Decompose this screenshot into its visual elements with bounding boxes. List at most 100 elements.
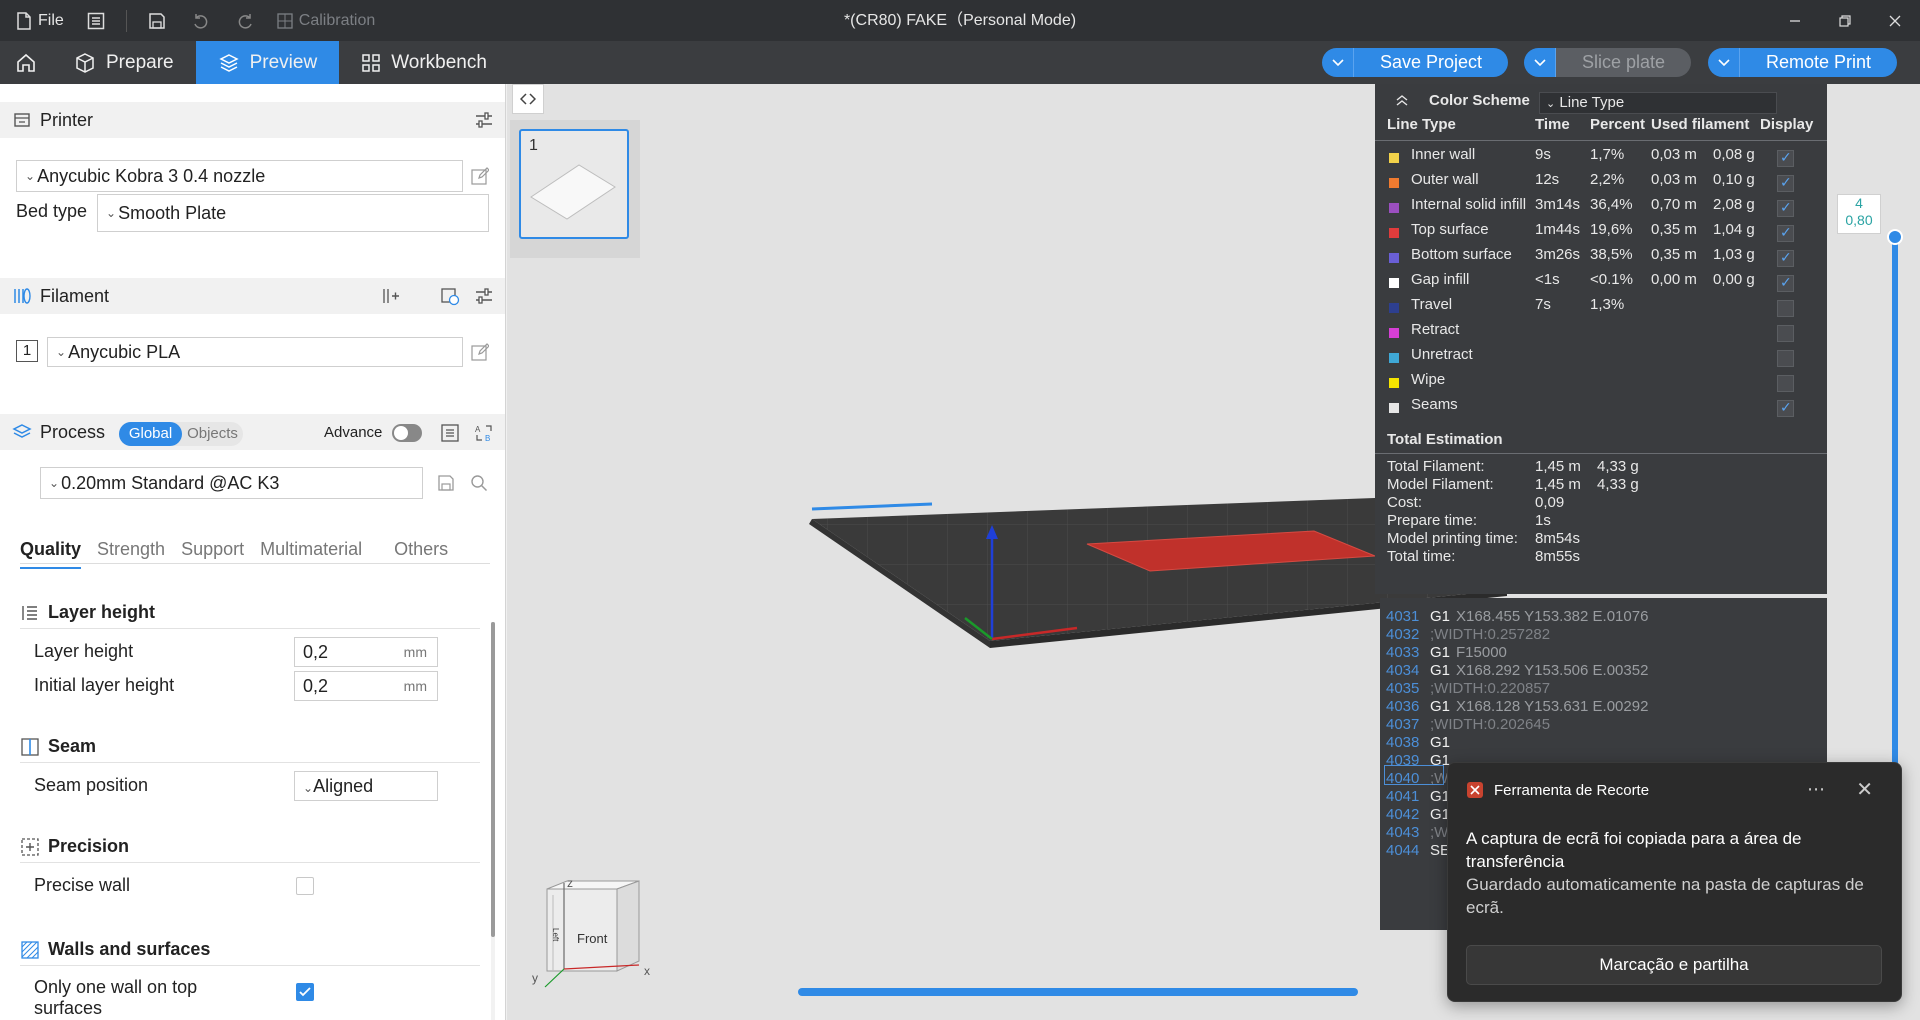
only-one-wall-label-line1: Only one wall on top <box>34 977 198 997</box>
close-window-button[interactable] <box>1870 0 1920 41</box>
gcode-command-name: G1 <box>1430 608 1451 625</box>
display-toggle-checkbox[interactable] <box>1777 274 1794 292</box>
legend-header-divider <box>1375 140 1827 141</box>
tab-support[interactable]: Support <box>181 539 244 569</box>
legend-time: 7s <box>1535 296 1551 313</box>
filament-icon <box>12 286 32 306</box>
edit-printer-icon[interactable] <box>469 165 491 187</box>
process-preset-select[interactable]: ⌄ 0.20mm Standard @AC K3 <box>40 467 423 499</box>
home-tab[interactable] <box>0 41 52 84</box>
printer-section-title: Printer <box>40 109 94 130</box>
layer-height-input[interactable]: 0,2 mm <box>294 637 438 667</box>
gcode-command: ;WIDTH:0.202645 <box>1430 716 1550 733</box>
total-value: 1,45 m <box>1535 476 1581 493</box>
layer-slider-top-handle[interactable] <box>1887 229 1903 245</box>
display-toggle-checkbox[interactable] <box>1777 249 1794 267</box>
filament-slot-number[interactable]: 1 <box>16 340 38 362</box>
precise-wall-checkbox[interactable] <box>296 877 314 895</box>
display-toggle-checkbox[interactable] <box>1777 300 1794 317</box>
display-toggle-checkbox[interactable] <box>1777 325 1794 342</box>
legend-filament-grams: 0,08 g <box>1713 146 1755 163</box>
remote-print-button[interactable]: Remote Print <box>1740 48 1898 77</box>
search-icon[interactable] <box>468 472 490 494</box>
markup-and-share-button[interactable]: Marcação e partilha <box>1466 945 1882 985</box>
save-project-dropdown[interactable] <box>1322 48 1354 77</box>
gcode-params: ;WIDTH:0.220857 <box>1430 680 1551 697</box>
filament-settings-icon[interactable] <box>473 285 495 307</box>
display-toggle-checkbox[interactable] <box>1777 149 1794 167</box>
printer-settings-icon[interactable] <box>473 109 495 131</box>
svg-text:A: A <box>475 425 481 434</box>
advance-switch[interactable] <box>392 424 422 442</box>
objects-toggle[interactable]: Objects <box>182 422 243 446</box>
filament-select[interactable]: ⌄ Anycubic PLA <box>47 337 463 367</box>
tab-strength[interactable]: Strength <box>97 539 165 569</box>
notification-message: A captura de ecrã foi copiada para a áre… <box>1466 829 1802 871</box>
seam-position-select[interactable]: ⌄Aligned <box>294 771 438 801</box>
close-icon[interactable]: ✕ <box>1856 777 1873 802</box>
legend-filament-meters: 0,03 m <box>1651 171 1697 188</box>
gcode-move-slider[interactable] <box>798 988 1358 996</box>
file-menu[interactable]: File <box>0 0 74 41</box>
tab-multimaterial[interactable]: Multimaterial <box>260 539 362 569</box>
filament-sync-icon[interactable] <box>439 285 461 307</box>
settings-scrollbar-thumb[interactable] <box>491 622 495 937</box>
toast-notification[interactable]: Ferramenta de Recorte ⋯ ✕ A captura de e… <box>1447 762 1902 1002</box>
global-toggle[interactable]: Global <box>119 422 182 446</box>
process-preset-value: 0.20mm Standard @AC K3 <box>61 473 280 493</box>
legend-row: Internal solid infill 3m14s 36,4% 0,70 m 2,0… <box>1375 196 1827 221</box>
calibration-menu[interactable]: Calibration <box>267 0 385 41</box>
home-icon <box>17 53 35 72</box>
tab-quality[interactable]: Quality <box>20 539 82 569</box>
legend-color-swatch <box>1389 153 1399 163</box>
save-preset-icon[interactable] <box>435 472 457 494</box>
maximize-button[interactable] <box>1820 0 1870 41</box>
process-swap-icon[interactable]: AB <box>473 422 495 444</box>
view-cube[interactable]: Front Left z y x <box>517 879 667 999</box>
legend-percent: 1,7% <box>1590 146 1625 163</box>
display-toggle-checkbox[interactable] <box>1777 174 1794 192</box>
axis-y-label: y <box>532 971 538 985</box>
slice-plate-dropdown[interactable] <box>1524 48 1556 77</box>
file-icon <box>17 11 31 30</box>
display-toggle-checkbox[interactable] <box>1777 224 1794 242</box>
menu-icon[interactable] <box>86 11 106 31</box>
save-icon[interactable] <box>147 11 167 31</box>
display-toggle-checkbox[interactable] <box>1777 199 1794 217</box>
remote-print-dropdown[interactable] <box>1708 48 1740 77</box>
gcode-params: X168.455 Y153.382 E.01076 <box>1456 608 1649 625</box>
undo-icon[interactable] <box>191 11 211 31</box>
edit-filament-icon[interactable] <box>469 341 491 363</box>
gcode-params: ;W <box>1430 824 1449 841</box>
bed-type-select[interactable]: ⌄ Smooth Plate <box>97 194 489 232</box>
tab-preview[interactable]: Preview <box>195 41 340 84</box>
svg-text:B: B <box>485 434 490 443</box>
redo-icon[interactable] <box>235 11 255 31</box>
seam-position-value: Aligned <box>313 776 374 796</box>
display-toggle-checkbox[interactable] <box>1777 350 1794 367</box>
gcode-line-number: 4042 <box>1386 806 1420 823</box>
more-options-icon[interactable]: ⋯ <box>1807 779 1825 800</box>
printer-select[interactable]: ⌄ Anycubic Kobra 3 0.4 nozzle <box>16 160 463 192</box>
notification-app-name: Ferramenta de Recorte <box>1494 781 1650 799</box>
layer-height-group-label: Layer height <box>48 602 156 622</box>
minimize-button[interactable] <box>1770 0 1820 41</box>
header-line-type: Line Type <box>1387 116 1456 133</box>
tab-workbench[interactable]: Workbench <box>339 41 509 84</box>
compare-presets-icon[interactable] <box>439 422 461 444</box>
display-toggle-checkbox[interactable] <box>1777 399 1794 417</box>
legend-collapse-icon[interactable] <box>1395 94 1409 106</box>
add-filament-icon[interactable] <box>380 285 402 307</box>
tab-others[interactable]: Others <box>394 539 448 569</box>
legend-panel: Color Scheme ⌄ Line Type Line Type Time … <box>1375 84 1827 594</box>
display-toggle-checkbox[interactable] <box>1777 375 1794 392</box>
gcode-command: G1 <box>1430 734 1456 751</box>
save-project-button[interactable]: Save Project <box>1354 48 1509 77</box>
tab-prepare[interactable]: Prepare <box>52 41 196 84</box>
legend-time: 9s <box>1535 146 1551 163</box>
only-one-wall-checkbox[interactable] <box>296 983 314 1001</box>
slice-plate-button[interactable]: Slice plate <box>1556 48 1692 77</box>
color-scheme-select[interactable]: ⌄ Line Type <box>1539 92 1777 114</box>
initial-layer-height-input[interactable]: 0,2 mm <box>294 671 438 701</box>
legend-filament-grams: 0,00 g <box>1713 271 1755 288</box>
